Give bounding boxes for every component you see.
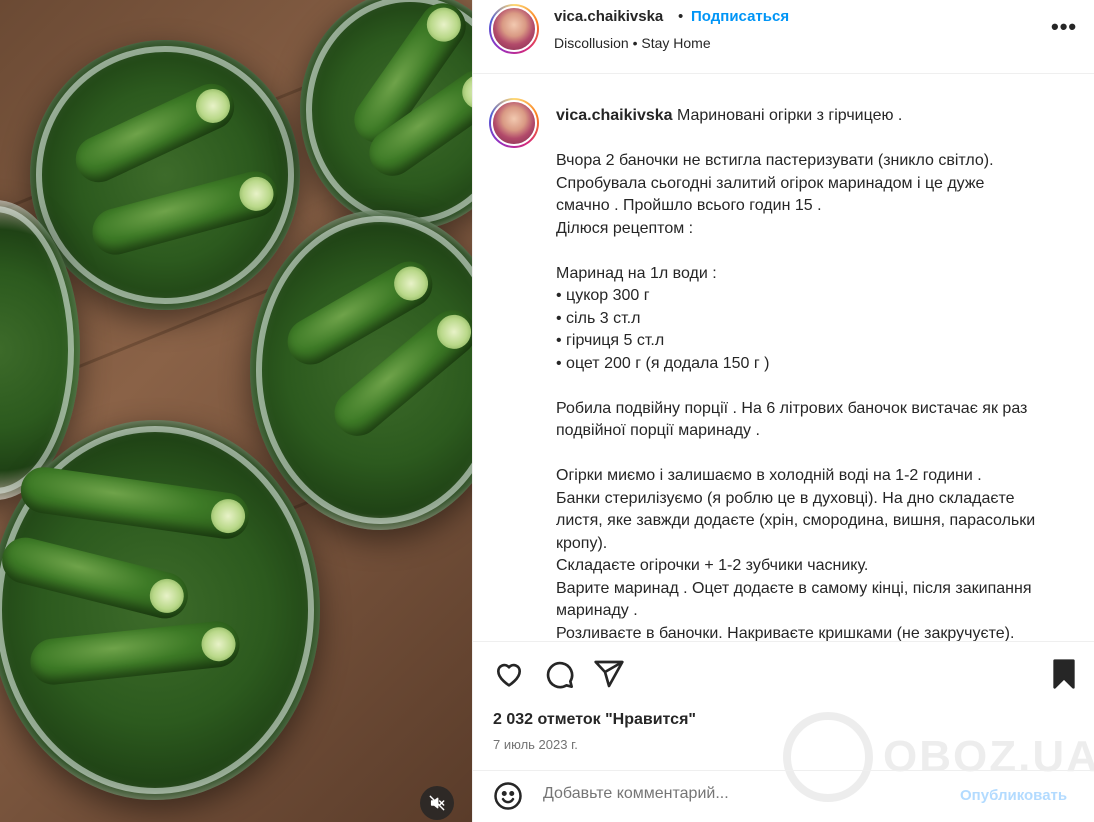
like-count[interactable]: 2 032 отметок "Нравится": [493, 711, 696, 729]
caption-body: Мариновані огірки з гірчицею . Вчора 2 б…: [556, 107, 1036, 641]
avatar[interactable]: [489, 98, 539, 148]
avatar[interactable]: [489, 4, 539, 54]
audio-track[interactable]: Discollusion • Stay Home: [554, 35, 711, 51]
share-icon[interactable]: [593, 658, 625, 690]
more-options-icon[interactable]: •••: [1051, 14, 1077, 40]
jar: [30, 40, 300, 310]
caption-text: vica.chaikivska Мариновані огірки з гірч…: [556, 105, 1076, 641]
action-bar: [473, 641, 1094, 701]
comment-bar: Опубликовать: [473, 770, 1094, 822]
header-username[interactable]: vica.chaikivska: [554, 8, 663, 25]
heart-icon[interactable]: [493, 658, 525, 690]
post-image[interactable]: [0, 0, 472, 822]
post-header: vica.chaikivska • Подписаться Discollusi…: [473, 0, 1094, 74]
caption-username[interactable]: vica.chaikivska: [556, 107, 673, 124]
post-panel: vica.chaikivska • Подписаться Discollusi…: [472, 0, 1094, 822]
follow-button[interactable]: Подписаться: [691, 8, 789, 25]
jar: [0, 420, 320, 800]
comment-icon[interactable]: [543, 658, 575, 690]
mute-button[interactable]: [420, 786, 454, 820]
caption-section: vica.chaikivska Мариновані огірки з гірч…: [473, 75, 1094, 641]
post-date[interactable]: 7 июль 2023 г.: [493, 737, 578, 752]
jar: [300, 0, 472, 230]
bookmark-icon[interactable]: [1048, 658, 1080, 690]
emoji-icon[interactable]: [493, 781, 523, 811]
comment-input[interactable]: [543, 785, 943, 803]
mute-icon: [429, 795, 445, 811]
separator-dot: •: [678, 8, 684, 25]
publish-button[interactable]: Опубликовать: [960, 787, 1067, 804]
jar: [250, 210, 472, 530]
